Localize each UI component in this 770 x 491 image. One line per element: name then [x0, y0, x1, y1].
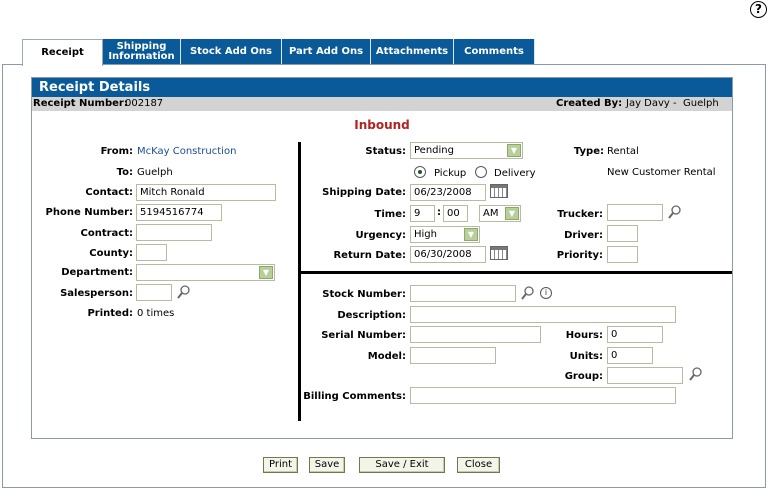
chevron-down-icon[interactable]: ▼	[259, 266, 273, 279]
tab-attachments[interactable]: Attachments	[371, 39, 454, 65]
tab-comments[interactable]: Comments	[454, 39, 535, 65]
time-minute-field[interactable]: 00	[443, 205, 468, 222]
group-label: Group:	[564, 371, 603, 382]
trucker-search-icon[interactable]	[668, 205, 681, 219]
stock-search-icon[interactable]	[521, 286, 534, 300]
group-field[interactable]	[607, 367, 683, 384]
tab-shipping-information[interactable]: Shipping Information	[103, 39, 181, 65]
contact-label: Contact:	[85, 187, 133, 198]
chevron-down-icon[interactable]: ▼	[507, 144, 521, 157]
panel-title: Receipt Details	[32, 78, 732, 97]
salesperson-field[interactable]	[136, 284, 172, 301]
pickup-radio[interactable]	[414, 166, 426, 178]
tab-stock-add-ons[interactable]: Stock Add Ons	[181, 39, 282, 65]
units-field[interactable]: 0	[607, 347, 653, 364]
time-label: Time:	[374, 209, 406, 220]
active-tab-joiner	[23, 64, 102, 66]
from-link[interactable]: McKay Construction	[137, 145, 236, 159]
created-by: Jay Davy - Guelph	[626, 98, 719, 109]
model-field[interactable]	[410, 347, 496, 364]
status-label: Status:	[365, 146, 406, 157]
department-label: Department:	[61, 267, 133, 278]
group-search-icon[interactable]	[689, 367, 702, 381]
pickup-label: Pickup	[434, 168, 467, 179]
billing-comments-label: Billing Comments:	[303, 391, 406, 402]
shipping-calendar-icon[interactable]	[490, 184, 508, 198]
save-exit-button[interactable]: Save / Exit	[359, 457, 445, 473]
to-value: Guelph	[137, 167, 173, 178]
tab-part-add-ons[interactable]: Part Add Ons	[282, 39, 371, 65]
driver-label: Driver:	[564, 230, 603, 241]
to-label: To:	[116, 167, 133, 178]
serial-number-label: Serial Number:	[321, 330, 406, 341]
time-separator: :	[437, 207, 441, 218]
receipt-number-label: Receipt Number:	[33, 98, 128, 109]
ampm-value: AM	[483, 208, 499, 219]
units-label: Units:	[569, 351, 603, 362]
print-button[interactable]: Print	[263, 457, 298, 473]
status-value: Pending	[414, 145, 454, 156]
from-label: From:	[100, 146, 133, 157]
salesperson-label: Salesperson:	[60, 288, 133, 299]
created-by-label: Created By:	[556, 98, 623, 109]
contact-field[interactable]: Mitch Ronald	[136, 184, 276, 201]
status-select[interactable]: Pending ▼	[410, 142, 523, 159]
stock-number-label: Stock Number:	[322, 289, 406, 300]
county-label: County:	[89, 248, 133, 259]
description-label: Description:	[337, 310, 406, 321]
priority-label: Priority:	[556, 250, 603, 261]
chevron-down-icon[interactable]: ▼	[505, 207, 519, 220]
return-calendar-icon[interactable]	[490, 246, 508, 260]
priority-field[interactable]	[607, 246, 638, 263]
new-customer-note: New Customer Rental	[607, 167, 716, 178]
salesperson-search-icon[interactable]	[177, 285, 190, 299]
section-title: Inbound	[354, 118, 410, 132]
urgency-value: High	[414, 229, 437, 240]
shipping-date-label: Shipping Date:	[322, 187, 406, 198]
hours-label: Hours:	[565, 330, 603, 341]
description-field[interactable]	[410, 306, 676, 323]
urgency-label: Urgency:	[355, 230, 406, 241]
chevron-down-icon[interactable]: ▼	[464, 228, 478, 241]
printed-label: Printed:	[87, 308, 133, 319]
department-select[interactable]: ▼	[136, 264, 275, 281]
trucker-field[interactable]	[607, 204, 663, 221]
contract-field[interactable]	[136, 224, 212, 241]
receipt-info-bar: Receipt Number: 002187 Created By: Jay D…	[32, 97, 732, 111]
phone-number-label: Phone Number:	[45, 207, 133, 218]
driver-field[interactable]	[607, 225, 638, 242]
column-divider	[298, 142, 301, 421]
urgency-select[interactable]: High ▼	[410, 226, 480, 243]
hours-field[interactable]: 0	[607, 326, 663, 343]
billing-comments-field[interactable]	[410, 387, 676, 404]
help-icon[interactable]: ?	[750, 1, 767, 18]
trucker-label: Trucker:	[557, 209, 603, 220]
model-label: Model:	[367, 351, 406, 362]
ampm-select[interactable]: AM ▼	[479, 205, 521, 222]
printed-value: 0 times	[137, 308, 175, 319]
shipping-date-field[interactable]: 06/23/2008	[410, 184, 486, 201]
close-button[interactable]: Close	[457, 457, 500, 473]
county-field[interactable]	[136, 244, 167, 261]
serial-number-field[interactable]	[410, 326, 541, 343]
time-hour-field[interactable]: 9	[410, 205, 435, 222]
delivery-label: Delivery	[494, 168, 536, 179]
receipt-number: 002187	[125, 98, 164, 109]
return-date-label: Return Date:	[333, 250, 406, 261]
info-icon[interactable]: i	[540, 287, 552, 299]
section-divider	[300, 271, 732, 274]
phone-number-field[interactable]: 5194516774	[136, 204, 222, 221]
type-value: Rental	[607, 146, 639, 157]
contract-label: Contract:	[80, 228, 134, 239]
type-label: Type:	[573, 146, 604, 157]
save-button[interactable]: Save	[309, 457, 345, 473]
stock-number-field[interactable]	[410, 285, 516, 302]
tab-receipt[interactable]: Receipt	[22, 39, 103, 66]
delivery-radio[interactable]	[475, 166, 487, 178]
return-date-field[interactable]: 06/30/2008	[410, 246, 486, 263]
